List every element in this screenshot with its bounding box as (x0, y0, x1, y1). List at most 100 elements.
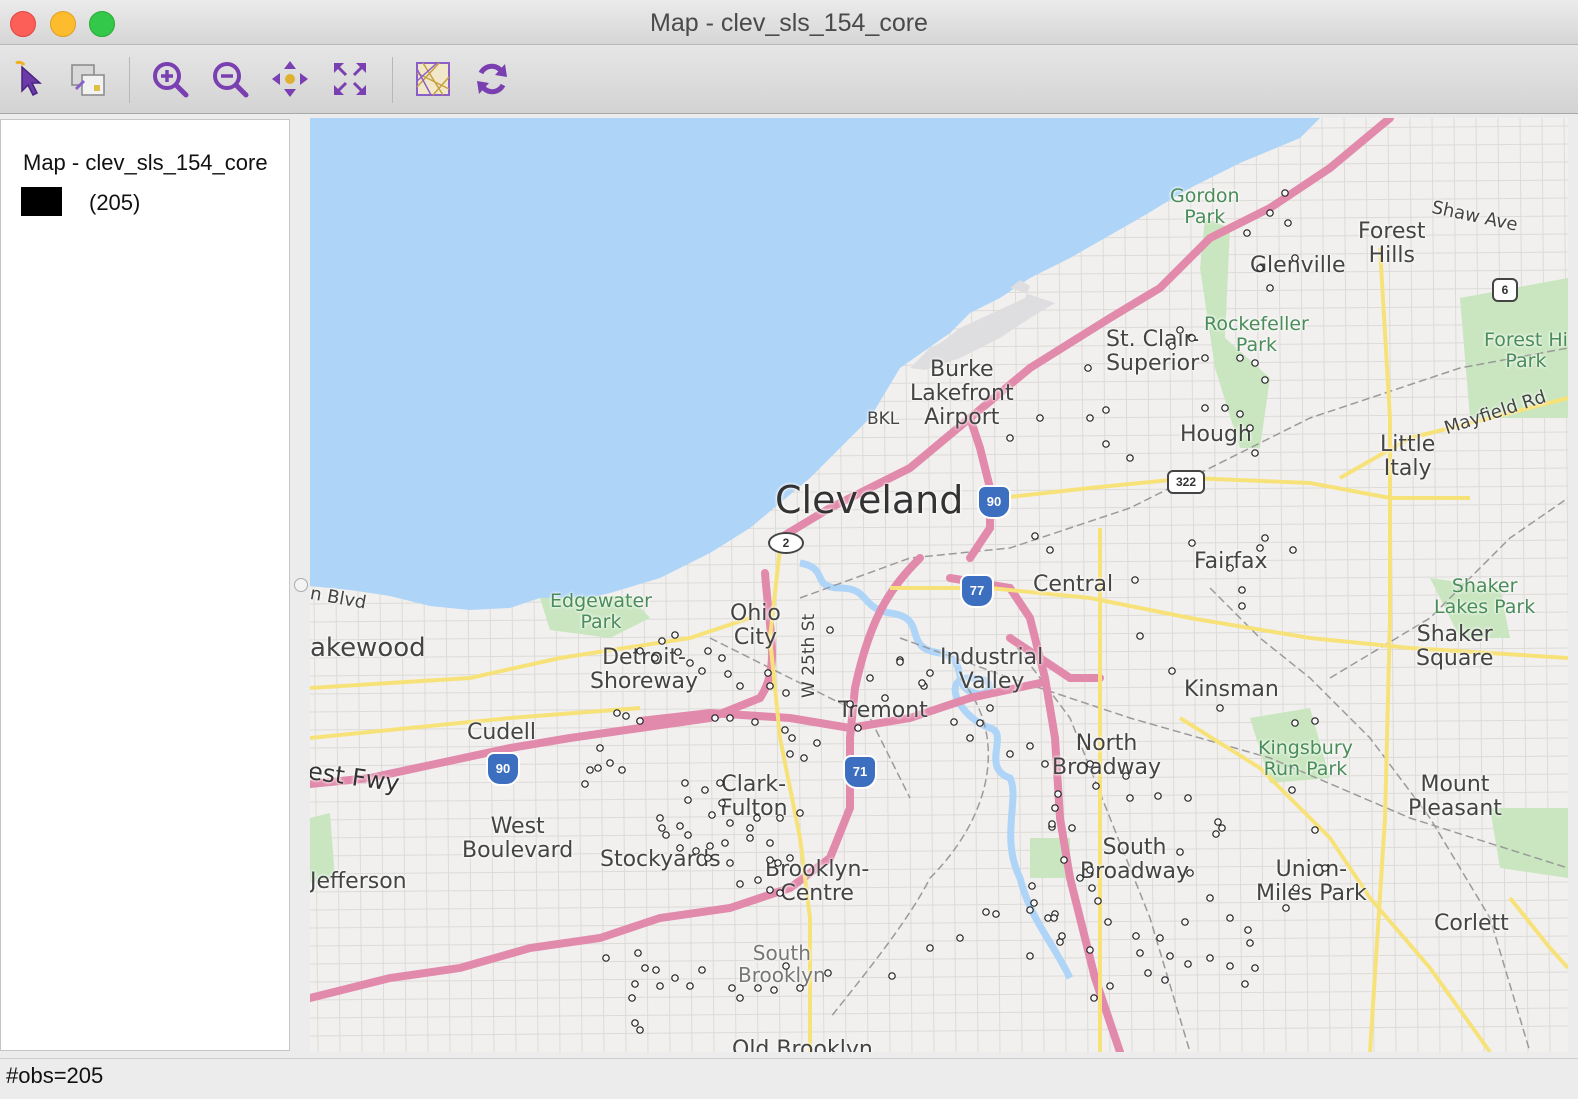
observation-point[interactable] (636, 717, 644, 725)
observation-point[interactable] (776, 889, 784, 897)
observation-point[interactable] (1088, 884, 1096, 892)
observation-point[interactable] (1261, 534, 1269, 542)
basemap-button[interactable] (413, 59, 453, 99)
observation-point[interactable] (1136, 632, 1144, 640)
observation-point[interactable] (686, 659, 694, 667)
observation-point[interactable] (602, 954, 610, 962)
observation-point[interactable] (796, 984, 804, 992)
observation-point[interactable] (634, 949, 642, 957)
observation-point[interactable] (708, 811, 716, 819)
observation-point[interactable] (1221, 404, 1229, 412)
observation-point[interactable] (854, 724, 862, 732)
observation-point[interactable] (1238, 586, 1246, 594)
observation-point[interactable] (1094, 897, 1102, 905)
observation-point[interactable] (606, 759, 614, 767)
observation-point[interactable] (1292, 884, 1300, 892)
observation-point[interactable] (1028, 882, 1036, 890)
observation-point[interactable] (631, 980, 639, 988)
observation-point[interactable] (1050, 914, 1058, 922)
observation-point[interactable] (881, 694, 889, 702)
observation-point[interactable] (684, 796, 692, 804)
observation-point[interactable] (1026, 742, 1034, 750)
full-extent-button[interactable] (330, 59, 370, 99)
observation-point[interactable] (786, 750, 794, 758)
observation-point[interactable] (753, 814, 761, 822)
observation-point[interactable] (1321, 864, 1329, 872)
observation-point[interactable] (676, 844, 684, 852)
observation-point[interactable] (736, 880, 744, 888)
observation-point[interactable] (656, 814, 664, 822)
observation-point[interactable] (658, 824, 666, 832)
observation-point[interactable] (766, 682, 774, 690)
map-canvas[interactable]: 90 90 77 71 322 6 2 Cleveland Gordon Park… (310, 118, 1568, 1052)
observation-point[interactable] (1036, 414, 1044, 422)
observation-point[interactable] (786, 854, 794, 862)
observation-point[interactable] (776, 814, 784, 822)
observation-point[interactable] (1131, 576, 1139, 584)
observation-point[interactable] (1282, 904, 1290, 912)
observation-point[interactable] (1086, 946, 1094, 954)
observation-point[interactable] (1251, 359, 1259, 367)
observation-point[interactable] (751, 718, 759, 726)
observation-point[interactable] (1048, 820, 1056, 828)
observation-point[interactable] (1102, 440, 1110, 448)
observation-point[interactable] (1256, 264, 1264, 272)
observation-point[interactable] (1106, 982, 1114, 990)
observation-point[interactable] (1041, 760, 1049, 768)
observation-point[interactable] (628, 994, 636, 1002)
observation-point[interactable] (1291, 719, 1299, 727)
observation-point[interactable] (766, 886, 774, 894)
observation-point[interactable] (1226, 564, 1234, 572)
observation-point[interactable] (671, 974, 679, 982)
observation-point[interactable] (766, 856, 774, 864)
observation-point[interactable] (726, 714, 734, 722)
observation-point[interactable] (992, 910, 1000, 918)
observation-point[interactable] (636, 1026, 644, 1034)
observation-point[interactable] (1206, 954, 1214, 962)
observation-point[interactable] (782, 689, 790, 697)
observation-point[interactable] (1236, 354, 1244, 362)
observation-point[interactable] (692, 847, 700, 855)
observation-point[interactable] (596, 744, 604, 752)
observation-point[interactable] (726, 819, 734, 827)
observation-point[interactable] (684, 831, 692, 839)
observation-point[interactable] (1184, 794, 1192, 802)
observation-point[interactable] (736, 682, 744, 690)
zoom-out-button[interactable] (210, 59, 250, 99)
observation-point[interactable] (721, 839, 729, 847)
observation-point[interactable] (956, 934, 964, 942)
observation-point[interactable] (1090, 994, 1098, 1002)
observation-point[interactable] (1104, 918, 1112, 926)
observation-point[interactable] (1291, 254, 1299, 262)
observation-point[interactable] (704, 647, 712, 655)
observation-point[interactable] (1076, 874, 1084, 882)
observation-point[interactable] (1086, 866, 1094, 874)
observation-point[interactable] (1026, 952, 1034, 960)
observation-point[interactable] (896, 658, 904, 666)
observation-point[interactable] (1126, 794, 1134, 802)
observation-point[interactable] (976, 719, 984, 727)
observation-point[interactable] (796, 809, 804, 817)
observation-point[interactable] (826, 626, 834, 634)
observation-point[interactable] (636, 647, 644, 655)
legend-color-swatch[interactable] (21, 187, 62, 216)
observation-point[interactable] (613, 709, 621, 717)
observation-point[interactable] (986, 704, 994, 712)
observation-point[interactable] (1166, 952, 1174, 960)
observation-point[interactable] (1201, 354, 1209, 362)
observation-point[interactable] (671, 631, 679, 639)
observation-point[interactable] (1006, 434, 1014, 442)
observation-point[interactable] (766, 839, 774, 847)
observation-point[interactable] (788, 734, 796, 742)
observation-point[interactable] (1026, 906, 1034, 914)
observation-point[interactable] (1238, 602, 1246, 610)
observation-point[interactable] (728, 984, 736, 992)
observation-point[interactable] (674, 648, 682, 656)
observation-point[interactable] (1181, 918, 1189, 926)
observation-point[interactable] (1054, 790, 1062, 798)
observation-point[interactable] (718, 799, 726, 807)
pan-button[interactable] (270, 59, 310, 99)
observation-point[interactable] (1236, 410, 1244, 418)
observation-point[interactable] (652, 966, 660, 974)
observation-point[interactable] (1186, 869, 1194, 877)
